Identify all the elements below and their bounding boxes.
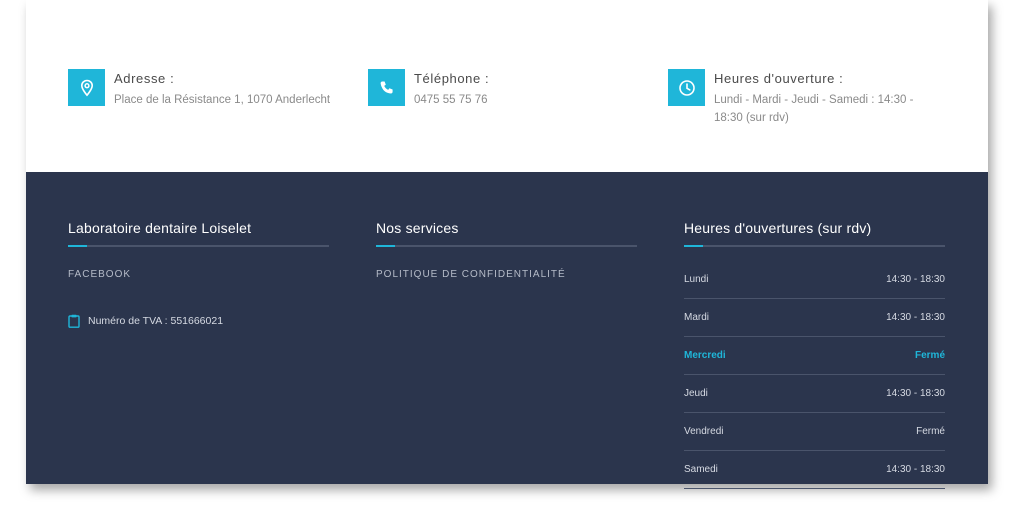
heading-divider bbox=[684, 245, 945, 247]
day-label: Mardi bbox=[684, 312, 710, 323]
hours-value: Lundi - Mardi - Jeudi - Samedi : 14:30 -… bbox=[714, 94, 914, 124]
hours-title: Heures d'ouverture : bbox=[714, 71, 844, 86]
services-heading: Nos services bbox=[376, 220, 459, 236]
heading-divider bbox=[68, 245, 329, 247]
phone-title: Téléphone : bbox=[414, 71, 490, 86]
address-title: Adresse : bbox=[114, 71, 175, 86]
map-pin-icon bbox=[68, 69, 105, 106]
hours-label: Fermé bbox=[914, 350, 945, 361]
address-value: Place de la Résistance 1, 1070 Anderlech… bbox=[114, 94, 331, 106]
hours-label: 14:30 - 18:30 bbox=[886, 464, 945, 475]
hours-label: 14:30 - 18:30 bbox=[886, 312, 945, 323]
hours-label: 14:30 - 18:30 bbox=[886, 388, 945, 399]
heading-accent bbox=[684, 245, 703, 247]
phone-icon bbox=[368, 69, 405, 106]
clipboard-icon bbox=[68, 314, 80, 328]
hours-row-mardi: Mardi 14:30 - 18:30 bbox=[684, 299, 945, 337]
footer-column-services: Nos services POLITIQUE DE CONFIDENTIALIT… bbox=[376, 220, 637, 282]
hours-row-mercredi: Mercredi Fermé bbox=[684, 337, 945, 375]
heading-accent bbox=[68, 245, 87, 247]
day-label: Samedi bbox=[684, 464, 718, 475]
day-label: Vendredi bbox=[684, 426, 724, 437]
about-heading: Laboratoire dentaire Loiselet bbox=[68, 220, 252, 236]
opening-hours-heading: Heures d'ouvertures (sur rdv) bbox=[684, 220, 872, 236]
facebook-link[interactable]: FACEBOOK bbox=[68, 269, 131, 280]
heading-divider bbox=[376, 245, 637, 247]
footer-column-about: Laboratoire dentaire Loiselet FACEBOOK N… bbox=[68, 220, 329, 328]
page-frame: Adresse : Place de la Résistance 1, 1070… bbox=[26, 0, 988, 489]
hours-label: Fermé bbox=[916, 426, 945, 437]
day-label: Jeudi bbox=[684, 388, 708, 399]
day-label: Mercredi bbox=[684, 350, 726, 361]
hours-row-samedi: Samedi 14:30 - 18:30 bbox=[684, 451, 945, 489]
hours-row-jeudi: Jeudi 14:30 - 18:30 bbox=[684, 375, 945, 413]
hours-row-vendredi: Vendredi Fermé bbox=[684, 413, 945, 451]
day-label: Lundi bbox=[684, 274, 709, 285]
phone-link[interactable]: 0475 55 75 76 bbox=[414, 91, 488, 109]
hours-row-lundi: Lundi 14:30 - 18:30 bbox=[684, 261, 945, 299]
clock-icon bbox=[668, 69, 705, 106]
heading-accent bbox=[376, 245, 395, 247]
footer-column-opening-hours: Heures d'ouvertures (sur rdv) Lundi 14:3… bbox=[684, 220, 945, 489]
hours-label: 14:30 - 18:30 bbox=[886, 274, 945, 285]
site-footer: Laboratoire dentaire Loiselet FACEBOOK N… bbox=[26, 172, 988, 489]
contact-info-band: Adresse : Place de la Résistance 1, 1070… bbox=[26, 0, 988, 172]
tva-label: Numéro de TVA : 551666021 bbox=[88, 315, 224, 327]
tva-line: Numéro de TVA : 551666021 bbox=[68, 314, 329, 328]
opening-hours-list: Lundi 14:30 - 18:30 Mardi 14:30 - 18:30 … bbox=[684, 261, 945, 489]
privacy-policy-link[interactable]: POLITIQUE DE CONFIDENTIALITÉ bbox=[376, 269, 566, 280]
